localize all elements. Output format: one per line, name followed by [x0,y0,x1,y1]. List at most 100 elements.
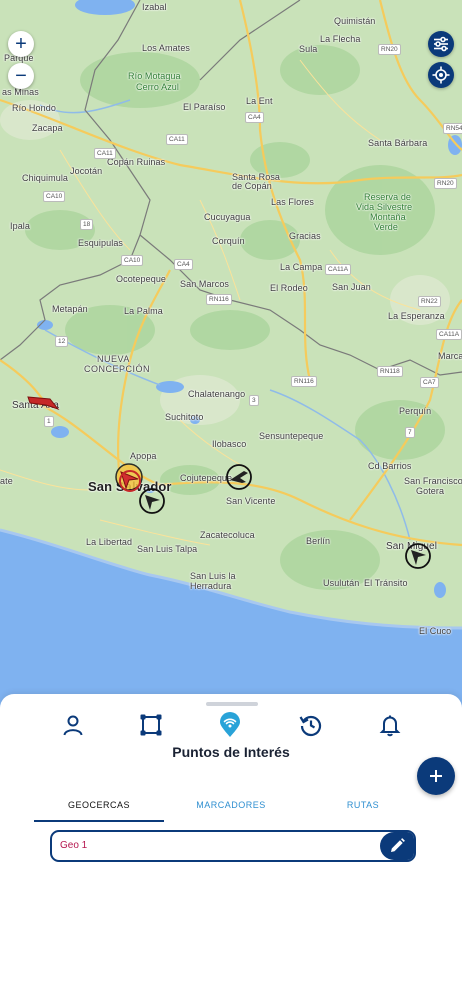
map-label-jocotan: Jocotán [70,166,103,176]
map-label-santa-barbara: Santa Bárbara [368,138,428,148]
map-label-el-rodeo: El Rodeo [270,283,308,293]
map-label-la-flecha: La Flecha [320,34,361,44]
poi-tabs: GEOCERCAS MARCADORES RUTAS [34,798,428,822]
road-shield: CA10 [121,255,144,266]
plus-icon: + [15,33,27,55]
road-shield: CA10 [43,191,66,202]
road-shield: CA11 [166,134,188,145]
map-label-zacatecoluca: Zacatecoluca [200,530,255,540]
map-label-cucuyagua: Cucuyagua [204,212,251,222]
map-label-izabal: Izabal [142,2,167,12]
map-label-cerro-azul: Cerro Azul [136,82,180,92]
plus-icon [430,770,442,782]
map-label-esquipulas: Esquipulas [78,238,124,248]
road-shield: RN22 [418,296,441,307]
map-label-la-campa: La Campa [280,262,323,272]
panel-nav [0,710,462,740]
map-label-metapan: Metapán [52,304,88,314]
road-shield: RN20 [434,178,457,189]
map-label-chalatenango: Chalatenango [188,389,246,399]
map-label-ipala: Ipala [10,221,31,231]
map-canvas[interactable] [0,0,462,712]
vehicle-marker-cojutepeque[interactable] [224,462,254,492]
map-label-quimistan: Quimistán [334,16,376,26]
map-label-reserva-3: Montaña [370,212,406,222]
vehicle-marker-santa-ana[interactable] [26,389,60,413]
panel-title: Puntos de Interés [172,744,290,760]
nav-user-button[interactable] [58,710,88,740]
road-shield: RN54 [443,123,462,134]
bell-icon [379,715,401,737]
map-label-ilobasco: Ilobasco [212,439,247,449]
map-label-san-vicente: San Vicente [226,496,276,506]
map-label-la-ent: La Ent [246,96,273,106]
road-shield: RN116 [291,376,317,387]
map-label-la-libertad: La Libertad [86,537,133,547]
map-label-marcala: Marcala [438,351,462,361]
my-location-button[interactable] [428,62,454,88]
sheet-grabber[interactable] [206,702,258,706]
nav-geofence-button[interactable] [136,710,166,740]
road-shield: CA11 [94,148,116,159]
nav-history-button[interactable] [296,710,326,740]
add-geofence-button[interactable] [417,757,455,795]
map-label-san-marcos: San Marcos [180,279,230,289]
road-shield: 1 [44,416,54,427]
map-label-rio-motagua: Río Motagua [128,71,181,81]
map-label-perquin: Perquín [399,406,432,416]
geofence-list-item[interactable]: Geo 1 [50,830,416,862]
nav-notifications-button[interactable] [375,710,405,740]
map-label-ate: ate [0,476,13,486]
history-icon [299,715,322,737]
sliders-icon [434,36,448,52]
edit-geofence-button[interactable] [380,832,414,860]
zoom-in-button[interactable]: + [8,31,34,57]
vehicle-marker-san-salvador-3[interactable] [137,486,167,516]
map-label-san-luis-talpa: San Luis Talpa [137,544,198,554]
road-shield: CA7 [420,377,439,388]
road-shield: CA11A [325,264,352,275]
road-shield: CA4 [245,112,264,123]
road-shield: RN20 [378,44,401,55]
square-shape-icon [140,714,162,736]
map-label-reserva-4: Verde [374,222,399,232]
map-label-gotera: Gotera [416,486,445,496]
map-label-concepcion: CONCEPCIÓN [84,364,151,374]
map-label-gracias: Gracias [289,231,321,241]
road-shield: 18 [80,219,94,230]
tab-rutas[interactable]: RUTAS [298,798,428,822]
map-label-usulutan: Usulután [323,578,360,588]
tab-geocercas[interactable]: GEOCERCAS [34,798,164,822]
map-label-sula: Sula [299,44,318,54]
map-label-san-luis-la: San Luis la [190,571,236,581]
map-label-las-flores: Las Flores [271,197,315,207]
map-label-berlin: Berlín [306,536,331,546]
road-shield: RN116 [206,294,232,305]
map-label-san-francisco: San Francisco [404,476,462,486]
map-label-la-esperanza: La Esperanza [388,311,445,321]
vehicle-marker-san-miguel[interactable] [403,541,433,571]
map-label-copan-ruinas: Copán Ruinas [107,157,166,167]
map-label-suchitoto: Suchitoto [165,412,204,422]
map-label-rio-hondo: Río Hondo [12,103,56,113]
road-shield: 3 [249,395,259,406]
map-label-chiquimula: Chiquimula [22,173,69,183]
nav-poi-button[interactable] [215,710,245,740]
map-label-el-cuco: El Cuco [419,626,452,636]
map-label-nueva: NUEVA [97,354,130,364]
road-shield: CA11A [436,329,462,340]
map-label-zacapa: Zacapa [32,123,63,133]
map-label-apopa: Apopa [130,451,157,461]
tab-marcadores[interactable]: MARCADORES [166,798,296,822]
map-label-corquin: Corquín [212,236,245,246]
road-shield: CA4 [174,259,193,270]
zoom-out-button[interactable]: − [8,63,34,89]
bottom-sheet: Puntos de Interés GEOCERCAS MARCADORES R… [0,694,462,1000]
wifi-pin-icon [220,712,240,737]
road-shield: 12 [55,336,69,347]
map-view[interactable]: Izabal Los Amates Parque as Minas Río Mo… [0,0,462,712]
map-label-el-transito: El Tránsito [364,578,408,588]
map-label-reserva-2: Vida Silvestre [356,202,413,212]
filters-button[interactable] [428,31,454,57]
pencil-icon [391,838,405,852]
